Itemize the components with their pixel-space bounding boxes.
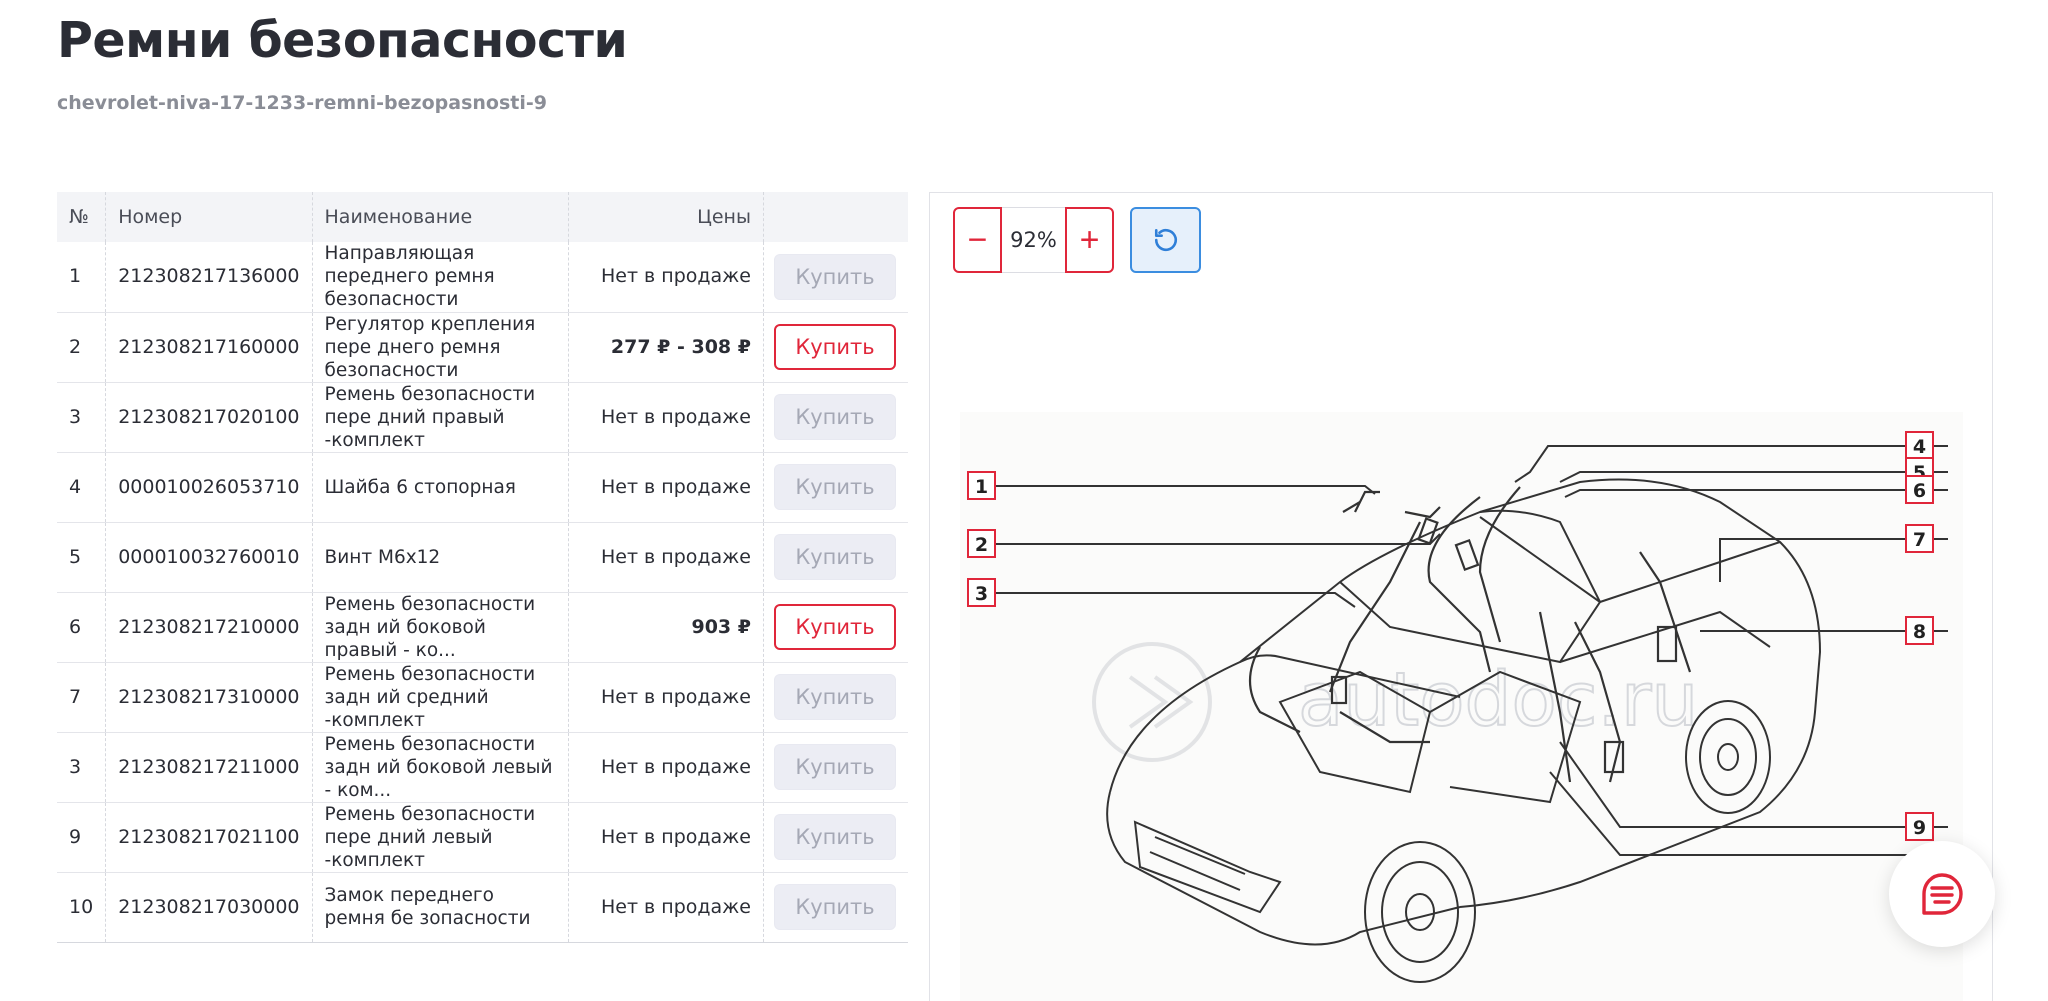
zoom-out-button[interactable]: −	[953, 207, 1002, 273]
header-buy	[763, 192, 908, 242]
parts-diagram[interactable]: autodoc.ru 1 2 3 4 5 6 7 8 9	[960, 412, 1963, 1001]
table-row: 9 212308217021100 Ремень безопасности пе…	[57, 802, 908, 873]
zoom-controls: − 92% +	[953, 207, 1114, 273]
buy-button[interactable]: Купить	[773, 604, 896, 650]
row-index: 3	[57, 732, 107, 803]
table-header-row: № Номер Наименование Цены	[57, 192, 908, 242]
parts-table: № Номер Наименование Цены 1 212308217136…	[57, 192, 908, 943]
row-part-name: Ремень безопасности задн ий боковой прав…	[312, 592, 570, 663]
row-part-number: 212308217310000	[105, 662, 313, 733]
callout-3[interactable]: 3	[967, 578, 996, 607]
buy-button[interactable]: Купить	[773, 534, 896, 580]
row-price: 903 ₽	[568, 592, 764, 663]
header-name: Наименование	[312, 192, 570, 242]
table-row: 10 212308217030000 Замок переднего ремня…	[57, 872, 908, 943]
row-price: Нет в продаже	[568, 382, 764, 453]
row-price: 277 ₽ - 308 ₽	[568, 312, 764, 383]
buy-button[interactable]: Купить	[773, 324, 896, 370]
row-part-name: Ремень безопасности задн ий боковой левы…	[312, 732, 570, 803]
row-price: Нет в продаже	[568, 662, 764, 733]
row-part-number: 212308217136000	[105, 242, 313, 313]
header-part-number: Номер	[105, 192, 313, 242]
row-part-name: Винт М6х12	[312, 522, 570, 593]
row-index: 7	[57, 662, 107, 733]
header-number-sign: №	[57, 192, 107, 242]
buy-button[interactable]: Купить	[773, 253, 896, 300]
svg-text:2: 2	[975, 534, 988, 556]
page-title: Ремни безопасности	[57, 12, 628, 69]
row-index: 10	[57, 872, 107, 943]
svg-text:3: 3	[975, 583, 988, 605]
chat-menu-button[interactable]	[1889, 841, 1995, 947]
zoom-in-button[interactable]: +	[1065, 207, 1114, 273]
row-part-name: Регулятор крепления пере днего ремня без…	[312, 312, 570, 383]
row-index: 1	[57, 242, 107, 313]
diagram-viewer: − 92% + autodoc.ru 1 2 3 4 5 6 7 8 9	[929, 192, 1993, 1001]
table-row: 5 000010032760010 Винт М6х12 Нет в прода…	[57, 522, 908, 593]
svg-text:4: 4	[1913, 436, 1926, 458]
row-price: Нет в продаже	[568, 872, 764, 943]
row-part-number: 000010026053710	[105, 452, 313, 523]
table-row: 1 212308217136000 Направляющая переднего…	[57, 242, 908, 313]
row-part-name: Направляющая переднего ремня безопасност…	[312, 242, 570, 313]
row-part-name: Ремень безопасности пере дний правый -ко…	[312, 382, 570, 453]
row-price: Нет в продаже	[568, 522, 764, 593]
svg-text:9: 9	[1913, 817, 1926, 839]
row-part-number: 212308217211000	[105, 732, 313, 803]
buy-button[interactable]: Купить	[773, 394, 896, 440]
row-part-number: 212308217020100	[105, 382, 313, 453]
watermark-text: autodoc.ru	[1298, 657, 1698, 743]
reset-zoom-button[interactable]	[1130, 207, 1201, 273]
table-row: 6 212308217210000 Ремень безопасности за…	[57, 592, 908, 663]
chat-menu-icon	[1922, 873, 1963, 915]
svg-text:1: 1	[975, 476, 988, 498]
svg-text:6: 6	[1913, 480, 1926, 502]
callout-2[interactable]: 2	[967, 529, 996, 558]
row-price: Нет в продаже	[568, 802, 764, 873]
table-row: 4 000010026053710 Шайба 6 стопорная Нет …	[57, 452, 908, 523]
svg-text:7: 7	[1913, 529, 1926, 551]
row-index: 3	[57, 382, 107, 453]
row-part-number: 212308217160000	[105, 312, 313, 383]
row-price: Нет в продаже	[568, 732, 764, 803]
buy-button[interactable]: Купить	[773, 464, 896, 510]
row-index: 9	[57, 802, 107, 873]
row-part-number: 212308217021100	[105, 802, 313, 873]
callout-1[interactable]: 1	[967, 471, 996, 500]
buy-button[interactable]: Купить	[773, 674, 896, 720]
buy-button[interactable]: Купить	[773, 744, 896, 790]
svg-text:8: 8	[1913, 621, 1926, 643]
row-part-name: Ремень безопасности задн ий средний -ком…	[312, 662, 570, 733]
callout-8[interactable]: 8	[1905, 616, 1934, 645]
rotate-ccw-icon	[1154, 228, 1177, 252]
buy-button[interactable]: Купить	[773, 884, 896, 930]
row-index: 5	[57, 522, 107, 593]
table-row: 7 212308217310000 Ремень безопасности за…	[57, 662, 908, 733]
row-index: 6	[57, 592, 107, 663]
row-price: Нет в продаже	[568, 242, 764, 313]
row-price: Нет в продаже	[568, 452, 764, 523]
callout-9[interactable]: 9	[1905, 812, 1934, 841]
callout-6[interactable]: 6	[1905, 475, 1934, 504]
table-row: 2 212308217160000 Регулятор крепления пе…	[57, 312, 908, 383]
row-part-number: 000010032760010	[105, 522, 313, 593]
row-part-name: Замок переднего ремня бе зопасности	[312, 872, 570, 943]
table-row: 3 212308217211000 Ремень безопасности за…	[57, 732, 908, 803]
row-part-number: 212308217030000	[105, 872, 313, 943]
callout-4[interactable]: 4	[1905, 431, 1934, 460]
table-row: 3 212308217020100 Ремень безопасности пе…	[57, 382, 908, 453]
page-slug: chevrolet-niva-17-1233-remni-bezopasnost…	[57, 92, 547, 114]
row-part-number: 212308217210000	[105, 592, 313, 663]
header-price: Цены	[568, 192, 764, 242]
zoom-level: 92%	[1002, 207, 1065, 273]
buy-button[interactable]: Купить	[773, 814, 896, 860]
row-part-name: Ремень безопасности пере дний левый -ком…	[312, 802, 570, 873]
callout-7[interactable]: 7	[1905, 524, 1934, 553]
row-part-name: Шайба 6 стопорная	[312, 452, 570, 523]
row-index: 4	[57, 452, 107, 523]
row-index: 2	[57, 312, 107, 383]
